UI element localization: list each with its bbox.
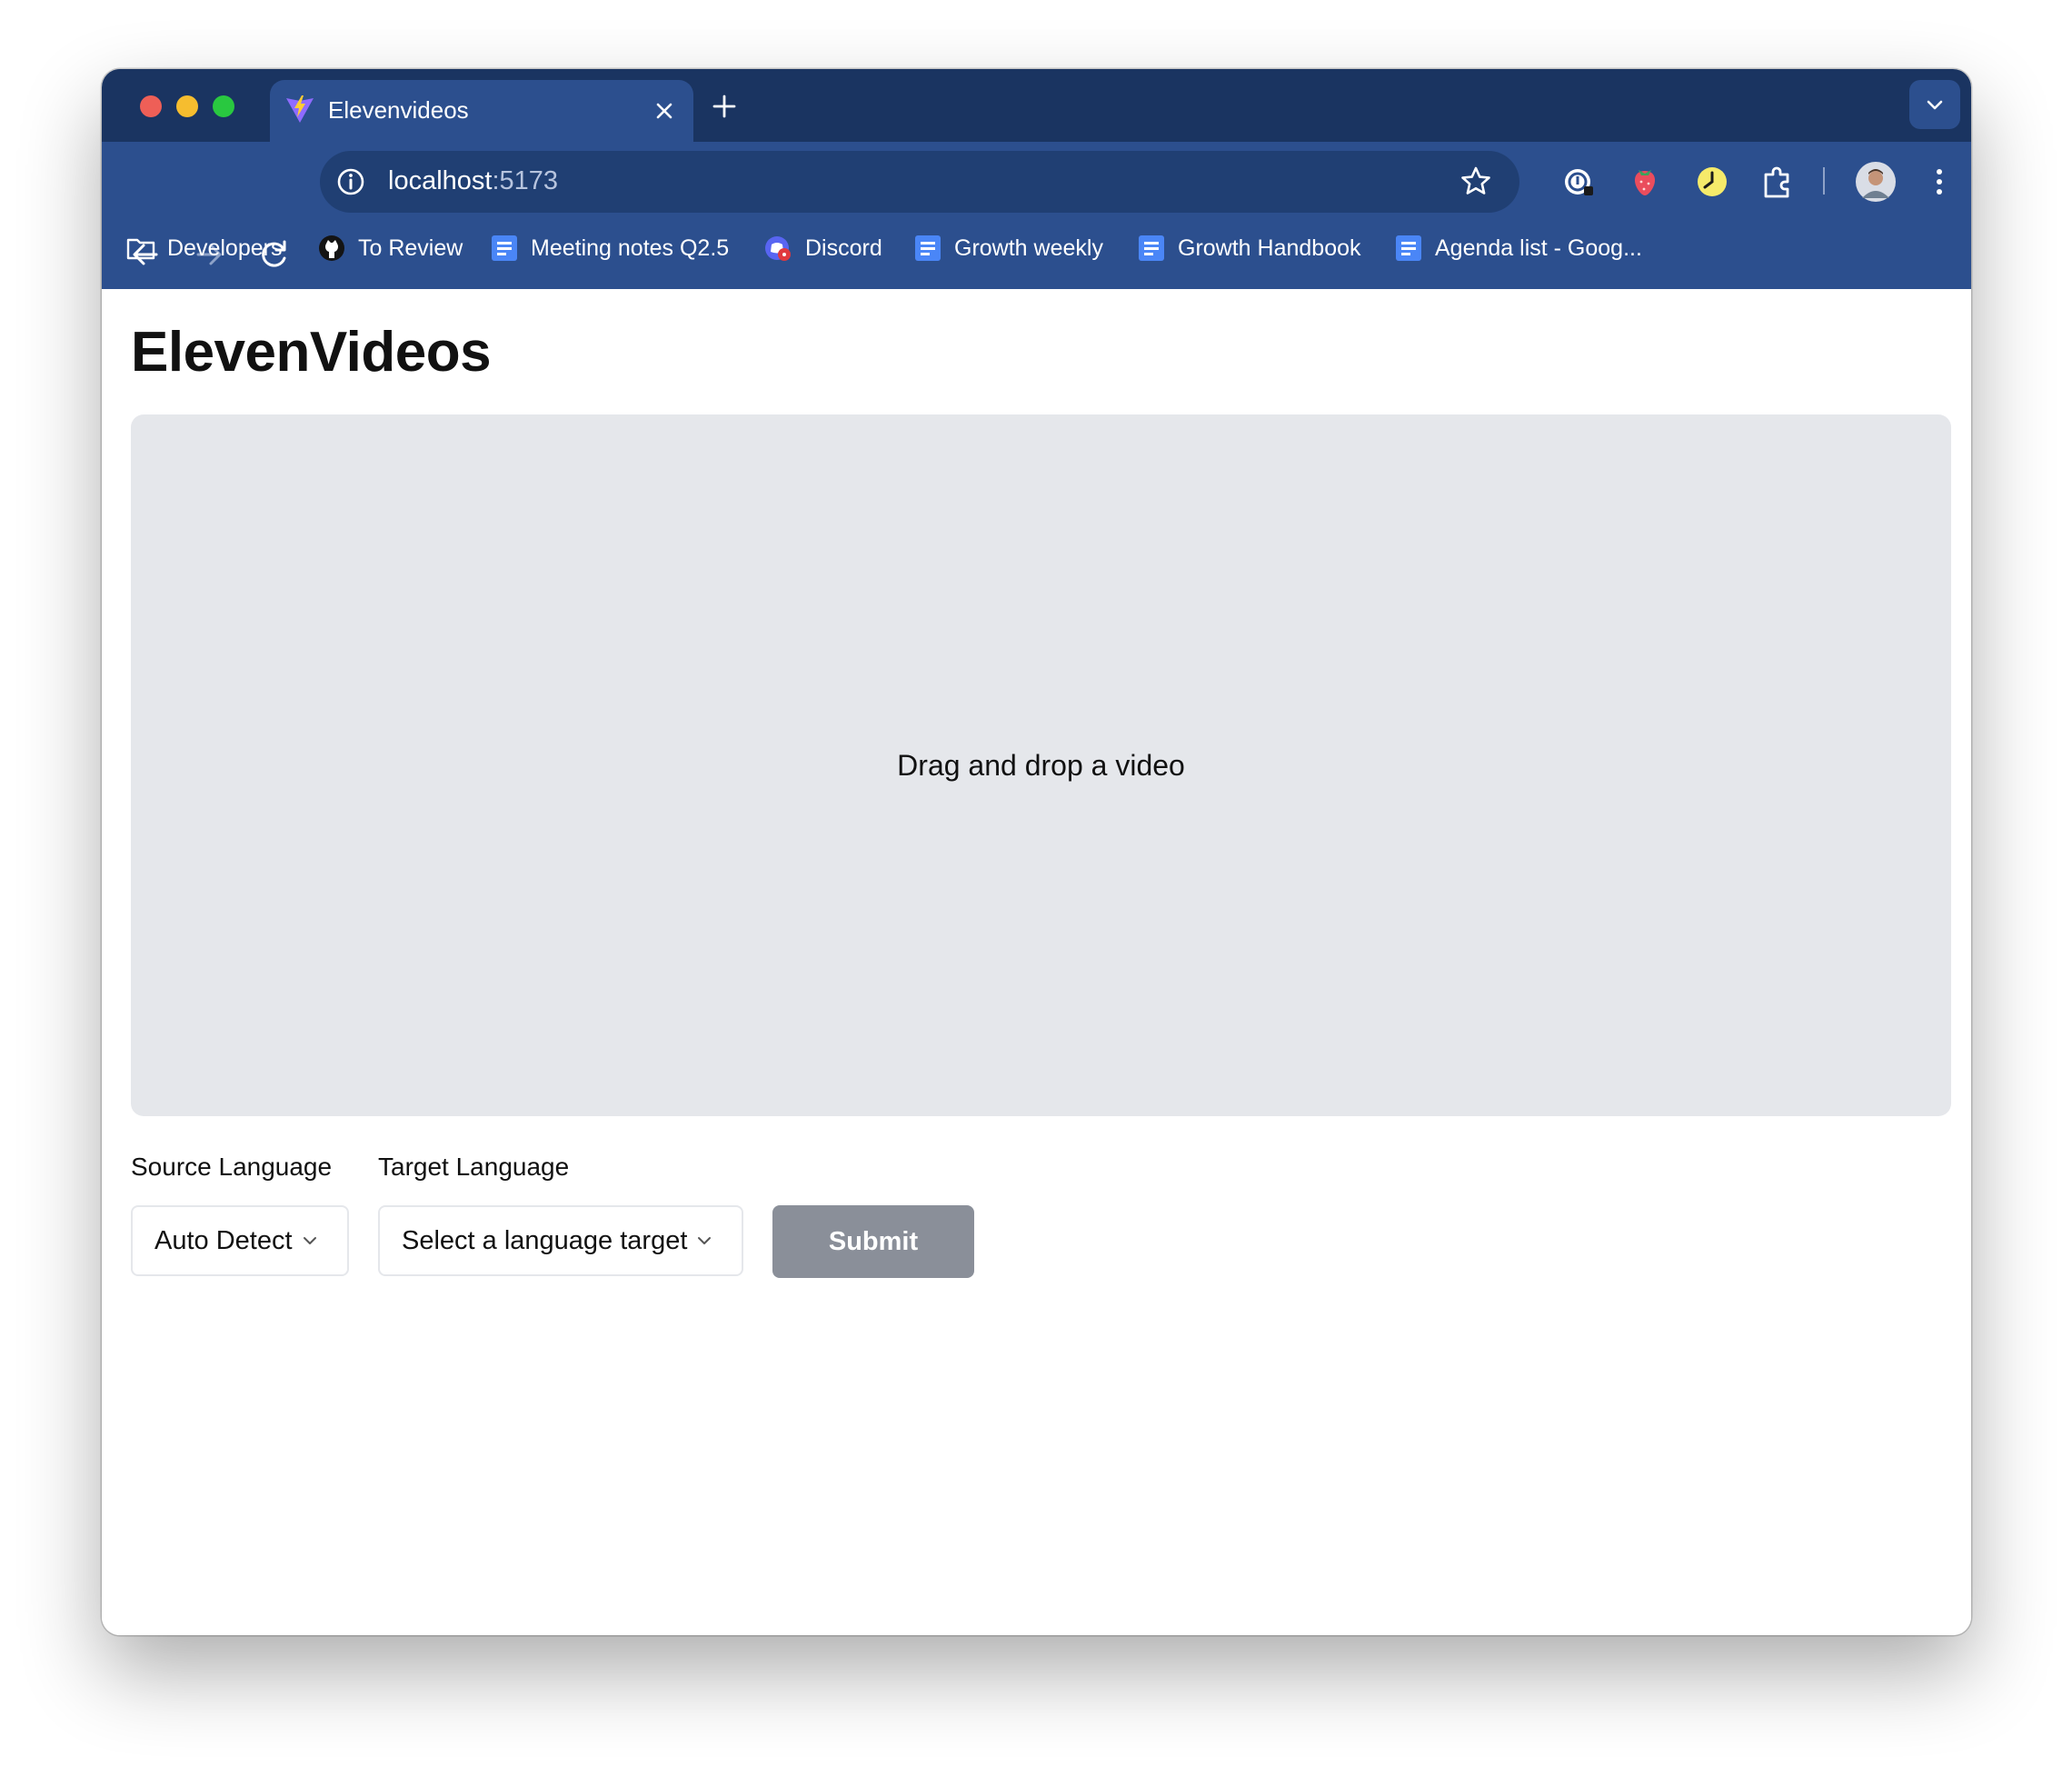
bookmark-developers[interactable]: Developers	[125, 222, 282, 275]
tab-title: Elevenvideos	[328, 96, 469, 124]
profile-avatar[interactable]	[1854, 160, 1898, 204]
discord-icon	[765, 236, 791, 261]
chevron-down-icon	[303, 1237, 316, 1244]
chevron-down-icon	[1927, 100, 1943, 110]
url-port: :5173	[492, 166, 559, 195]
github-icon	[319, 235, 344, 261]
target-language-select[interactable]: Select a language target	[378, 1205, 743, 1276]
strawberry-extension-icon[interactable]	[1625, 162, 1665, 202]
submit-button[interactable]: Submit	[772, 1205, 974, 1278]
password-manager-extension-icon[interactable]	[1559, 162, 1599, 202]
bookmark-label: Agenda list - Goog...	[1435, 235, 1642, 261]
tab-strip: Elevenvideos	[102, 69, 1971, 142]
source-language-value: Auto Detect	[154, 1225, 293, 1255]
doc-icon	[1139, 235, 1164, 261]
page-title: ElevenVideos	[131, 321, 492, 384]
video-dropzone[interactable]: Drag and drop a video	[131, 414, 1951, 1116]
close-tab-icon[interactable]	[652, 98, 677, 124]
bookmark-label: Discord	[805, 235, 882, 261]
browser-tab-active[interactable]: Elevenvideos	[270, 80, 693, 142]
source-language-select[interactable]: Auto Detect	[131, 1205, 349, 1276]
bookmark-star-icon[interactable]	[1458, 164, 1494, 200]
doc-icon	[915, 235, 941, 261]
target-language-label: Target Language	[378, 1153, 570, 1181]
browser-window: Elevenvideos localhost:5173 Developers T…	[102, 69, 1971, 1635]
bookmark-discord[interactable]: Discord	[763, 222, 882, 275]
source-language-label: Source Language	[131, 1153, 333, 1181]
bookmark-label: Growth weekly	[954, 235, 1103, 261]
doc-icon	[1396, 235, 1421, 261]
dropzone-text: Drag and drop a video	[897, 748, 1185, 782]
new-tab-icon[interactable]	[711, 93, 738, 120]
clock-extension-icon[interactable]	[1692, 162, 1732, 202]
toolbar-divider	[1823, 167, 1825, 195]
bookmark-label: Growth Handbook	[1178, 235, 1361, 261]
bookmarks-bar: Developers To Review Meeting notes Q2.5	[102, 222, 1971, 275]
chevron-down-icon	[698, 1237, 712, 1244]
folder-icon	[126, 238, 155, 260]
bookmark-growth-weekly[interactable]: Growth weekly	[912, 222, 1103, 275]
address-bar[interactable]: localhost:5173	[320, 151, 1519, 213]
target-language-value: Select a language target	[402, 1225, 688, 1255]
close-window-button[interactable]	[140, 95, 162, 117]
extensions-puzzle-icon[interactable]	[1758, 162, 1798, 202]
bookmark-to-review[interactable]: To Review	[316, 222, 463, 275]
bookmark-meeting-notes[interactable]: Meeting notes Q2.5	[489, 222, 729, 275]
doc-icon	[492, 235, 517, 261]
url-host: localhost	[388, 166, 493, 195]
bookmark-label: To Review	[358, 235, 463, 261]
url-text: localhost:5173	[388, 166, 558, 196]
more-options-icon[interactable]	[1919, 162, 1959, 202]
vite-icon	[286, 95, 314, 123]
page-content: ElevenVideos Drag and drop a video Sourc…	[102, 289, 1971, 1635]
bookmark-label: Developers	[167, 235, 283, 261]
minimize-window-button[interactable]	[176, 95, 198, 117]
maximize-window-button[interactable]	[213, 95, 234, 117]
bookmark-label: Meeting notes Q2.5	[531, 235, 730, 261]
site-info-icon[interactable]	[333, 164, 369, 200]
tab-search-button[interactable]	[1909, 80, 1960, 129]
bookmark-agenda-list[interactable]: Agenda list - Goog...	[1393, 222, 1642, 275]
bookmark-growth-handbook[interactable]: Growth Handbook	[1136, 222, 1361, 275]
